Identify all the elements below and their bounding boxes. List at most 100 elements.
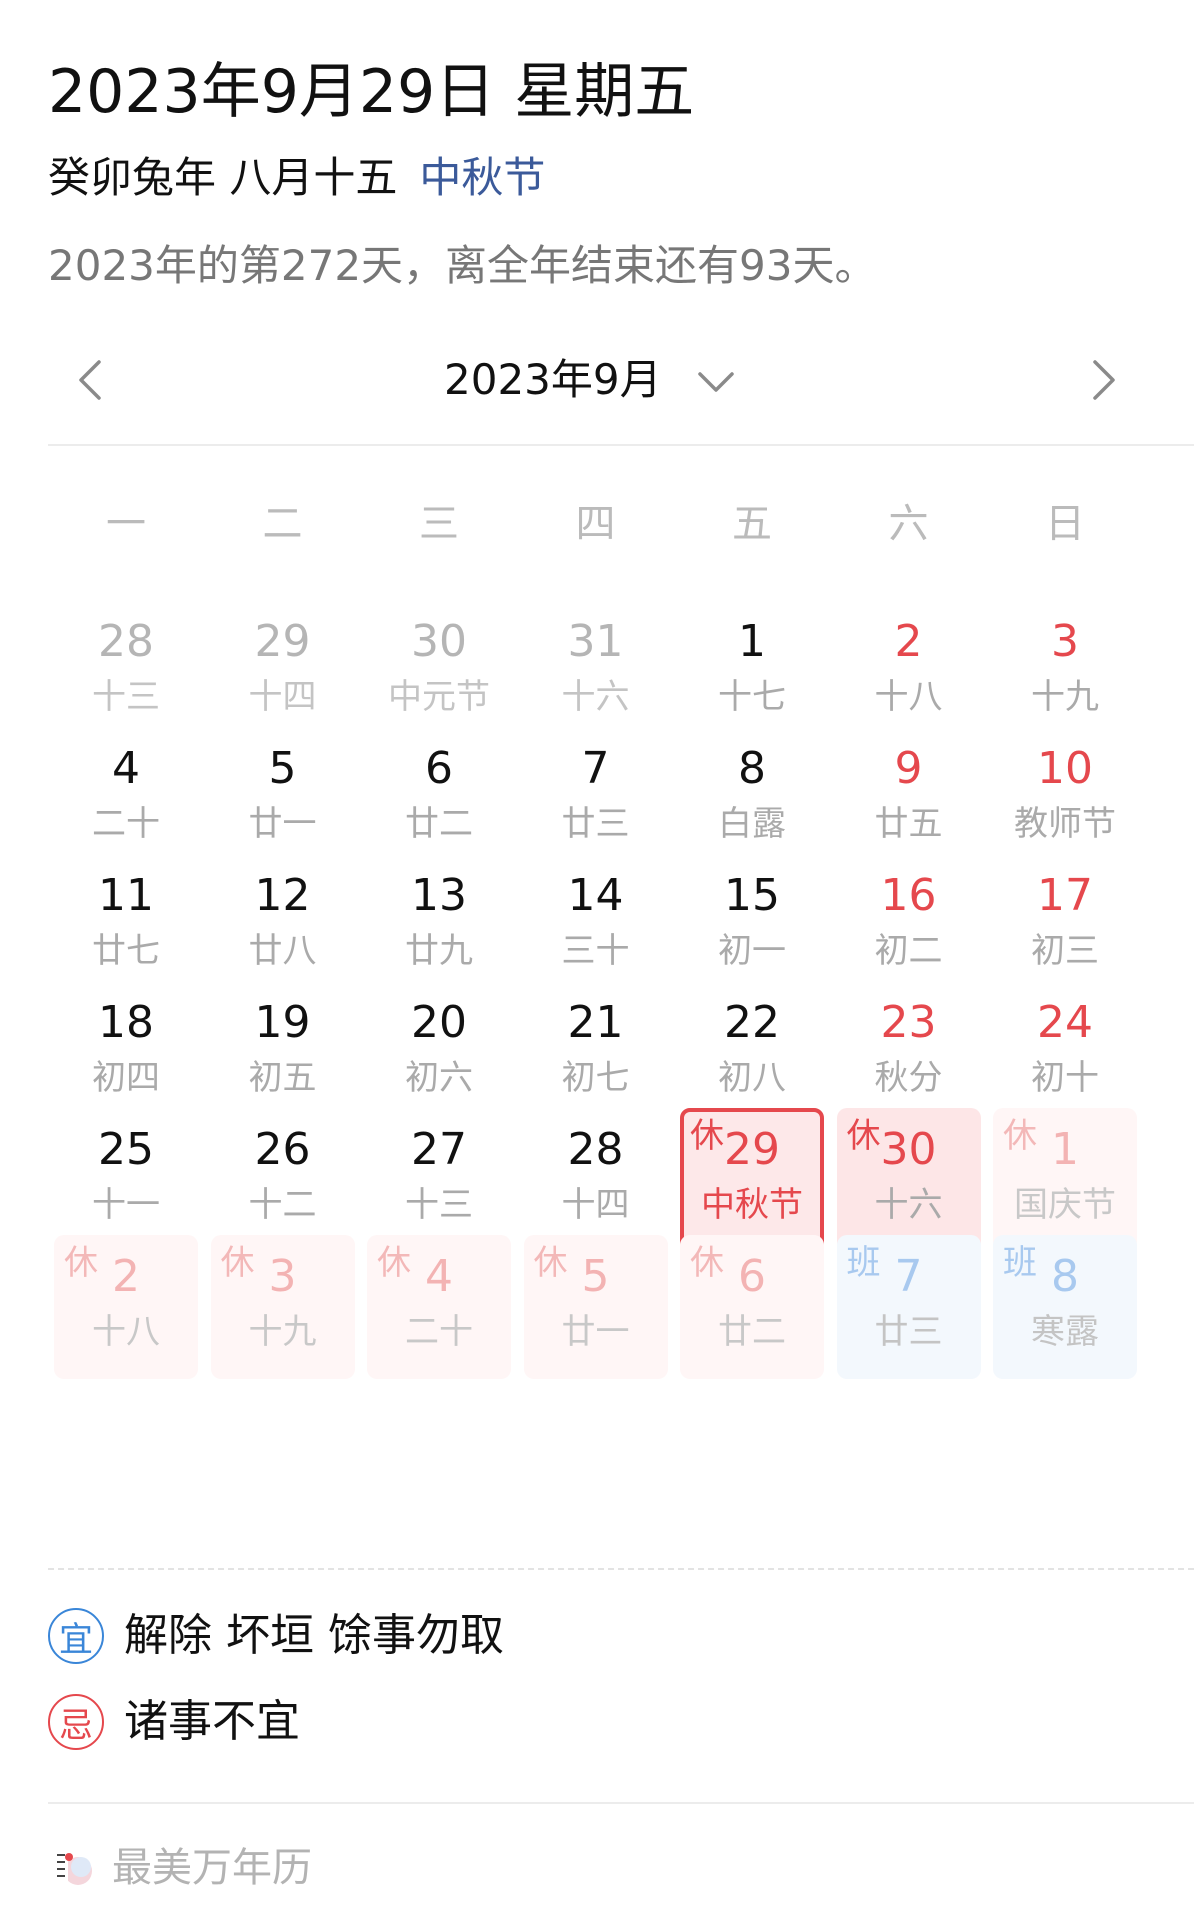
day-number: 3 (1051, 616, 1079, 667)
calendar-day-cell[interactable]: 7 廿三 (524, 727, 668, 871)
calendar-day-cell[interactable]: 31 十六 (524, 600, 668, 744)
calendar-day-cell[interactable]: 16 初二 (837, 854, 981, 998)
calendar-day-cell[interactable]: 28 十四 (524, 1108, 668, 1252)
calendar-day-cell[interactable]: 14 三十 (524, 854, 668, 998)
day-number: 24 (1037, 997, 1093, 1048)
lunar-day-label: 十二 (248, 1185, 317, 1225)
day-number: 25 (98, 1124, 154, 1175)
month-dropdown-button[interactable] (688, 354, 744, 410)
day-number: 17 (1037, 870, 1093, 921)
day-number: 23 (880, 997, 937, 1048)
calendar-day-cell[interactable]: 24 初十 (993, 981, 1137, 1125)
calendar-day-cell[interactable]: 25 十一 (54, 1108, 198, 1252)
calendar-day-cell[interactable]: 1 十七 (680, 600, 824, 744)
day-number: 22 (724, 997, 780, 1048)
lunar-day-label: 十四 (248, 677, 317, 717)
lunar-day-label: 十三 (405, 1185, 473, 1225)
lunar-year-text: 癸卯兔年 八月十五 (48, 153, 398, 202)
calendar-day-cell[interactable]: 5 廿一 (211, 727, 355, 871)
next-month-button[interactable] (1074, 350, 1134, 410)
day-number: 1 (738, 616, 766, 667)
calendar-day-cell[interactable]: 15 初一 (680, 854, 824, 998)
date-title: 2023年9月29日 星期五 (48, 57, 695, 127)
calendar-day-cell[interactable]: 29 十四 (211, 600, 355, 744)
lunar-day-label: 廿三 (874, 1312, 943, 1352)
almanac-ji-row: 忌 诸事不宜 (48, 1690, 300, 1754)
lunar-day-label: 中秋节 (701, 1185, 803, 1225)
calendar-day-cell[interactable]: 22 初八 (680, 981, 824, 1125)
calendar-day-cell[interactable]: 4 二十 (54, 727, 198, 871)
day-number: 19 (254, 997, 311, 1048)
lunar-day-label: 初二 (874, 931, 943, 971)
day-number: 21 (567, 997, 624, 1048)
calendar-day-cell[interactable]: 休 29 中秋节 (680, 1108, 824, 1252)
calendar-day-cell[interactable]: 休 30 十六 (836, 1108, 981, 1252)
day-number: 20 (411, 997, 467, 1048)
lunar-day-label: 廿一 (248, 804, 317, 844)
calendar-card: 2023年9月29日 星期五 癸卯兔年 八月十五 中秋节 2023年的第272天，… (0, 0, 1194, 1932)
day-number: 29 (254, 616, 311, 667)
calendar-day-cell[interactable]: 11 廿七 (54, 854, 198, 998)
footer[interactable]: 最美万年历 (48, 1836, 312, 1900)
calendar-day-cell[interactable]: 休 3 十九 (210, 1235, 355, 1379)
calendar-day-cell[interactable]: 9 廿五 (837, 727, 981, 871)
day-number: 2 (112, 1251, 140, 1302)
calendar-day-cell[interactable]: 3 十九 (993, 600, 1137, 744)
lunar-day-label: 白露 (718, 804, 786, 844)
lunar-day-label: 廿三 (561, 804, 630, 844)
calendar-day-cell[interactable]: 休 1 国庆节 (993, 1108, 1137, 1252)
day-number: 7 (581, 743, 610, 794)
month-label[interactable]: 2023年9月 (444, 352, 662, 408)
calendar-day-cell[interactable]: 休 4 二十 (367, 1235, 511, 1379)
dashed-divider (48, 1568, 1194, 1570)
calendar-day-cell[interactable]: 20 初六 (367, 981, 511, 1125)
lunar-day-label: 廿五 (874, 804, 943, 844)
calendar-day-cell[interactable]: 26 十二 (211, 1108, 355, 1252)
calendar-day-cell[interactable]: 18 初四 (54, 981, 198, 1125)
calendar-day-cell[interactable]: 17 初三 (993, 854, 1137, 998)
day-number: 6 (738, 1251, 766, 1302)
calendar-day-cell[interactable]: 休 5 廿一 (523, 1235, 668, 1379)
day-number: 10 (1037, 743, 1093, 794)
ji-badge-icon: 忌 (48, 1694, 104, 1750)
prev-month-button[interactable] (60, 350, 120, 410)
weekday-label: 四 (575, 501, 616, 547)
day-number: 3 (268, 1251, 297, 1302)
calendar-day-cell[interactable]: 2 十八 (837, 600, 981, 744)
day-number: 15 (724, 870, 780, 921)
day-number: 12 (254, 870, 311, 921)
lunar-day-label: 十九 (1031, 677, 1099, 717)
day-number: 18 (98, 997, 154, 1048)
lunar-day-label: 初七 (561, 1058, 630, 1098)
calendar-day-cell[interactable]: 6 廿二 (367, 727, 511, 871)
weekday-label: 三 (419, 501, 459, 547)
festival-link[interactable]: 中秋节 (419, 153, 545, 202)
lunar-day-label: 十六 (874, 1185, 943, 1225)
lunar-day-label: 廿二 (405, 804, 473, 844)
calendar-day-cell[interactable]: 12 廿八 (211, 854, 355, 998)
calendar-day-cell[interactable]: 班 8 寒露 (993, 1235, 1137, 1379)
lunar-day-label: 十九 (248, 1312, 317, 1352)
calendar-day-cell[interactable]: 休 2 十八 (54, 1235, 198, 1379)
calendar-day-cell[interactable]: 班 7 廿三 (836, 1235, 981, 1379)
weekday-label: 六 (888, 501, 929, 547)
lunar-day-label: 二十 (405, 1312, 473, 1352)
calendar-day-cell[interactable]: 23 秋分 (837, 981, 981, 1125)
day-number: 28 (567, 1124, 624, 1175)
calendar-day-cell[interactable]: 27 十三 (367, 1108, 511, 1252)
day-number: 7 (894, 1251, 923, 1302)
calendar-day-cell[interactable]: 休 6 廿二 (680, 1235, 824, 1379)
calendar-day-cell[interactable]: 10 教师节 (993, 727, 1137, 871)
lunar-day-label: 廿二 (718, 1312, 786, 1352)
lunar-day-label: 国庆节 (1014, 1185, 1116, 1225)
calendar-day-cell[interactable]: 8 白露 (680, 727, 824, 871)
calendar-day-cell[interactable]: 30 中元节 (367, 600, 511, 744)
lunar-day-label: 寒露 (1031, 1312, 1099, 1352)
calendar-day-cell[interactable]: 21 初七 (524, 981, 668, 1125)
calendar-day-cell[interactable]: 28 十三 (54, 600, 198, 744)
calendar-day-cell[interactable]: 13 廿九 (367, 854, 511, 998)
lunar-day-label: 廿八 (248, 931, 317, 971)
lunar-day-label: 十八 (874, 677, 943, 717)
lunar-day-label: 十四 (561, 1185, 630, 1225)
calendar-day-cell[interactable]: 19 初五 (211, 981, 355, 1125)
